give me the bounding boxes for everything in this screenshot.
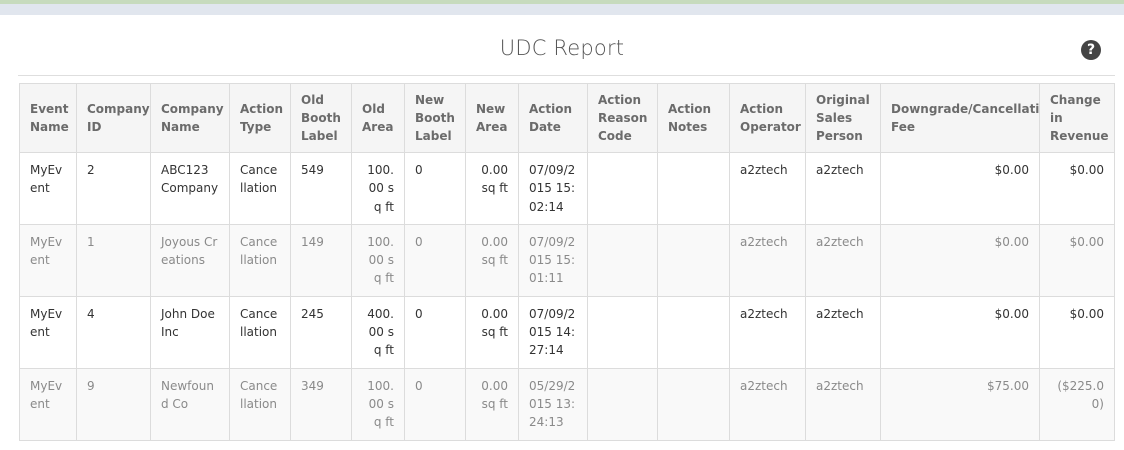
col-change-in-revenue[interactable]: Change in Revenue bbox=[1039, 83, 1115, 153]
cell-new-booth-label: 0 bbox=[404, 152, 466, 225]
title-divider bbox=[18, 75, 1115, 76]
cell-change-in-revenue: $0.00 bbox=[1039, 152, 1115, 225]
cell-action-date: 07/09/2015 15:01:11 bbox=[518, 223, 588, 297]
help-icon[interactable]: ? bbox=[1081, 40, 1101, 60]
cell-old-booth-label: 245 bbox=[290, 295, 352, 369]
cell-original-sales-person: a2ztech bbox=[805, 152, 881, 225]
cell-event-name: MyEvent bbox=[19, 152, 77, 225]
col-old-area[interactable]: Old Area bbox=[351, 83, 405, 153]
cell-action-operator: a2ztech bbox=[729, 367, 806, 441]
col-action-type[interactable]: Action Type bbox=[229, 83, 291, 153]
cell-action-notes bbox=[657, 152, 730, 225]
cell-company-id: 9 bbox=[76, 367, 151, 441]
cell-old-booth-label: 549 bbox=[290, 152, 352, 225]
cell-original-sales-person: a2ztech bbox=[805, 367, 881, 441]
cell-new-area: 0.00 sq ft bbox=[465, 295, 519, 369]
cell-old-area: 100.00 sq ft bbox=[351, 152, 405, 225]
col-downgrade-cancellation-fee[interactable]: Downgrade/Cancellation Fee bbox=[880, 83, 1040, 153]
col-action-notes[interactable]: Action Notes bbox=[657, 83, 730, 153]
cell-change-in-revenue: $0.00 bbox=[1039, 223, 1115, 297]
cell-action-operator: a2ztech bbox=[729, 152, 806, 225]
cell-action-date: 07/09/2015 14:27:14 bbox=[518, 295, 588, 369]
cell-action-date: 05/29/2015 13:24:13 bbox=[518, 367, 588, 441]
udc-report-table: Event Name Company ID Company Name Actio… bbox=[19, 83, 1115, 441]
cell-original-sales-person: a2ztech bbox=[805, 223, 881, 297]
cell-company-name: Newfound Co bbox=[150, 367, 230, 441]
cell-new-area: 0.00 sq ft bbox=[465, 223, 519, 297]
cell-fee: $75.00 bbox=[880, 367, 1040, 441]
cell-company-name: ABC123 Company bbox=[150, 152, 230, 225]
header-row: Event Name Company ID Company Name Actio… bbox=[19, 83, 1115, 153]
cell-company-id: 1 bbox=[76, 223, 151, 297]
cell-action-reason-code bbox=[587, 295, 658, 369]
cell-new-area: 0.00 sq ft bbox=[465, 152, 519, 225]
cell-old-booth-label: 349 bbox=[290, 367, 352, 441]
cell-company-name: John Doe Inc bbox=[150, 295, 230, 369]
cell-event-name: MyEvent bbox=[19, 223, 77, 297]
cell-old-area: 100.00 sq ft bbox=[351, 367, 405, 441]
cell-action-type: Cancellation bbox=[229, 295, 291, 369]
col-action-reason-code[interactable]: Action Reason Code bbox=[587, 83, 658, 153]
col-original-sales-person[interactable]: Original Sales Person bbox=[805, 83, 881, 153]
cell-action-notes bbox=[657, 367, 730, 441]
col-old-booth-label[interactable]: Old Booth Label bbox=[290, 83, 352, 153]
cell-action-date: 07/09/2015 15:02:14 bbox=[518, 152, 588, 225]
cell-fee: $0.00 bbox=[880, 295, 1040, 369]
col-new-area[interactable]: New Area bbox=[465, 83, 519, 153]
cell-action-notes bbox=[657, 223, 730, 297]
table-row: MyEvent 1 Joyous Creations Cancellation … bbox=[19, 223, 1115, 297]
cell-action-reason-code bbox=[587, 367, 658, 441]
cell-new-booth-label: 0 bbox=[404, 295, 466, 369]
col-new-booth-label[interactable]: New Booth Label bbox=[404, 83, 466, 153]
cell-action-operator: a2ztech bbox=[729, 223, 806, 297]
cell-change-in-revenue: ($225.00) bbox=[1039, 367, 1115, 441]
cell-new-area: 0.00 sq ft bbox=[465, 367, 519, 441]
cell-new-booth-label: 0 bbox=[404, 223, 466, 297]
cell-new-booth-label: 0 bbox=[404, 367, 466, 441]
cell-action-notes bbox=[657, 295, 730, 369]
top-nav-strip bbox=[0, 4, 1124, 15]
cell-old-area: 100.00 sq ft bbox=[351, 223, 405, 297]
col-action-operator[interactable]: Action Operator bbox=[729, 83, 806, 153]
col-action-date[interactable]: Action Date bbox=[518, 83, 588, 153]
cell-action-type: Cancellation bbox=[229, 367, 291, 441]
cell-action-type: Cancellation bbox=[229, 223, 291, 297]
col-event-name[interactable]: Event Name bbox=[19, 83, 77, 153]
cell-original-sales-person: a2ztech bbox=[805, 295, 881, 369]
cell-fee: $0.00 bbox=[880, 152, 1040, 225]
cell-old-booth-label: 149 bbox=[290, 223, 352, 297]
cell-action-type: Cancellation bbox=[229, 152, 291, 225]
cell-event-name: MyEvent bbox=[19, 367, 77, 441]
col-company-id[interactable]: Company ID bbox=[76, 83, 151, 153]
table-row: MyEvent 2 ABC123 Company Cancellation 54… bbox=[19, 152, 1115, 225]
cell-action-operator: a2ztech bbox=[729, 295, 806, 369]
cell-company-id: 4 bbox=[76, 295, 151, 369]
cell-action-reason-code bbox=[587, 152, 658, 225]
cell-old-area: 400.00 sq ft bbox=[351, 295, 405, 369]
cell-company-name: Joyous Creations bbox=[150, 223, 230, 297]
cell-fee: $0.00 bbox=[880, 223, 1040, 297]
cell-change-in-revenue: $0.00 bbox=[1039, 295, 1115, 369]
page-title: UDC Report bbox=[499, 36, 625, 60]
cell-company-id: 2 bbox=[76, 152, 151, 225]
col-company-name[interactable]: Company Name bbox=[150, 83, 230, 153]
cell-event-name: MyEvent bbox=[19, 295, 77, 369]
table-row: MyEvent 4 John Doe Inc Cancellation 245 … bbox=[19, 295, 1115, 369]
table-row: MyEvent 9 Newfound Co Cancellation 349 1… bbox=[19, 367, 1115, 441]
cell-action-reason-code bbox=[587, 223, 658, 297]
